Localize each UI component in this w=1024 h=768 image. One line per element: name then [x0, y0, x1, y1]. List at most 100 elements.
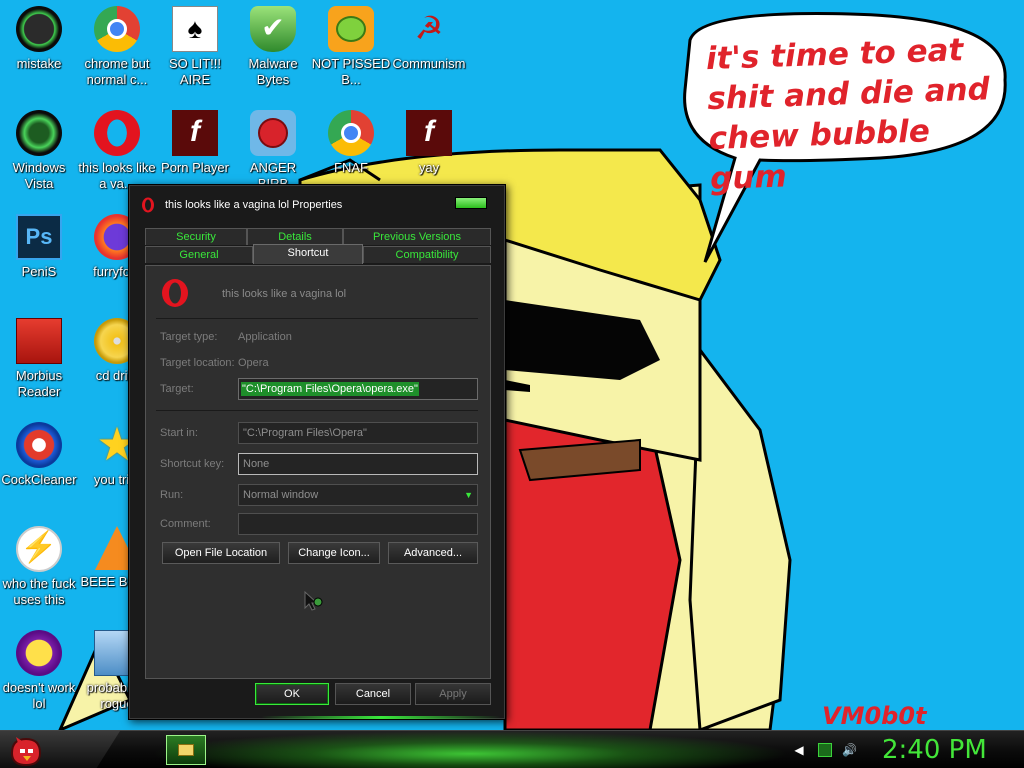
desktop-icon-yay[interactable]: f yay — [389, 104, 469, 176]
start-in-label: Start in: — [160, 427, 198, 439]
recycle-bin-icon — [16, 110, 62, 156]
properties-dialog: this looks like a vagina lol Properties … — [128, 184, 506, 720]
comment-input[interactable] — [238, 513, 478, 535]
opera-icon — [162, 279, 188, 307]
desktop-icon-cockcleaner[interactable]: CockCleaner — [0, 416, 79, 488]
desktop-icon-malware-bytes[interactable]: ✔ Malware Bytes — [233, 0, 313, 88]
razer-icon — [16, 6, 62, 52]
taskbar: ◀ 🔊 2:40 PM — [0, 730, 1024, 768]
close-button[interactable] — [455, 197, 487, 209]
desktop-icon-anger-birb[interactable]: ANGER BIRB — [233, 104, 313, 192]
folder-icon — [178, 744, 194, 756]
opera-icon — [94, 110, 140, 156]
adobe-reader-icon — [16, 318, 62, 364]
target-label: Target: — [160, 383, 194, 395]
tab-previous-versions[interactable]: Previous Versions — [343, 228, 491, 245]
desktop-icon-label: Malware Bytes — [248, 56, 298, 87]
flash-icon: f — [406, 110, 452, 156]
desktop-icon-morbius-reader[interactable]: Morbius Reader — [0, 312, 79, 400]
chevron-down-icon: ▼ — [464, 490, 473, 500]
desktop-icon-label: doesn't work lol — [2, 680, 76, 711]
cancel-button[interactable]: Cancel — [335, 683, 411, 705]
change-icon-button[interactable]: Change Icon... — [288, 542, 380, 564]
shortcut-name: this looks like a vagina lol — [222, 288, 347, 300]
divider — [156, 318, 478, 319]
tray-arrow-icon[interactable]: ◀ — [792, 743, 806, 757]
tab-general[interactable]: General — [145, 246, 253, 263]
desktop-icon-label: SO LIT!!! AIRE — [168, 56, 221, 87]
dialog-title: this looks like a vagina lol Properties — [165, 199, 343, 211]
ok-button[interactable]: OK — [255, 683, 329, 705]
advanced-button[interactable]: Advanced... — [388, 542, 478, 564]
open-file-location-button[interactable]: Open File Location — [162, 542, 280, 564]
shortcut-key-label: Shortcut key: — [160, 458, 225, 470]
shortcut-key-input[interactable]: None — [238, 453, 478, 475]
speech-bubble-text: it's time to eat shit and die and chew b… — [705, 32, 991, 198]
desktop-icon-fnaf[interactable]: FNAF — [311, 104, 391, 176]
mouse-cursor-icon — [304, 590, 323, 611]
desktop-icon-chrome-but-normal[interactable]: chrome but normal c... — [77, 0, 157, 88]
target-type-label: Target type: — [160, 331, 218, 343]
network-icon[interactable] — [818, 743, 832, 757]
ccleaner-icon — [16, 422, 62, 468]
apply-button[interactable]: Apply — [415, 683, 491, 705]
target-type-value: Application — [238, 331, 292, 343]
shortcut-panel: this looks like a vagina lol Target type… — [145, 265, 491, 679]
artist-signature: VM0b0t — [822, 702, 927, 730]
desktop-icon-this-looks-like[interactable]: this looks like a va... — [77, 104, 157, 192]
desktop-icon-mistake[interactable]: mistake — [0, 0, 79, 72]
communism-icon: ☭ — [414, 10, 444, 46]
tab-details[interactable]: Details — [247, 228, 343, 245]
desktop-icon-label: NOT PISSED B... — [311, 56, 391, 87]
taskbar-glow — [150, 731, 790, 768]
desktop-icon-doesnt-work-lol[interactable]: doesn't work lol — [0, 624, 79, 712]
tab-compatibility[interactable]: Compatibility — [363, 246, 491, 263]
desktop-icon-porn-player[interactable]: f Porn Player — [155, 104, 235, 176]
run-select-value: Normal window — [243, 489, 319, 501]
target-input[interactable]: "C:\Program Files\Opera\opera.exe" — [238, 378, 478, 400]
lightning-icon: ⚡ — [16, 526, 62, 572]
target-input-selection: "C:\Program Files\Opera\opera.exe" — [241, 382, 419, 396]
desktop-icon-windows-vista[interactable]: Windows Vista — [0, 104, 79, 192]
comment-label: Comment: — [160, 518, 211, 530]
run-label: Run: — [160, 489, 184, 501]
desktop-icon-label: PeniS — [21, 264, 57, 279]
flash-icon: f — [172, 110, 218, 156]
desktop-icon-label: FNAF — [334, 160, 368, 175]
volume-icon[interactable]: 🔊 — [842, 743, 857, 757]
yahoo-messenger-icon — [16, 630, 62, 676]
desktop-icon-so-lit-aire[interactable]: ♠ SO LIT!!! AIRE — [155, 0, 235, 88]
shield-icon: ✔ — [250, 6, 296, 52]
desktop-icon-label: Porn Player — [161, 160, 229, 175]
desktop-icon-penis[interactable]: Ps PeniS — [0, 208, 79, 280]
target-location-label: Target location: — [160, 357, 235, 369]
chrome-icon — [94, 6, 140, 52]
dialog-titlebar[interactable]: this looks like a vagina lol Properties — [129, 185, 505, 221]
desktop-icon-label: Morbius Reader — [15, 368, 63, 399]
tab-shortcut[interactable]: Shortcut — [253, 244, 363, 264]
start-button[interactable] — [6, 733, 46, 767]
desktop-icon-label: mistake — [16, 56, 62, 71]
opera-icon — [142, 197, 154, 213]
taskbar-explorer-button[interactable] — [166, 735, 206, 765]
taskbar-clock[interactable]: 2:40 PM — [882, 735, 987, 765]
desktop-icon-label: yay — [418, 160, 440, 175]
solitaire-icon: ♠ — [172, 6, 218, 52]
dialog-glow — [261, 716, 501, 719]
angry-birds-icon — [250, 110, 296, 156]
chrome-icon — [328, 110, 374, 156]
desktop-icon-who-the-fuck-uses-this[interactable]: ⚡ who the fuck uses this — [0, 520, 79, 608]
divider — [156, 410, 478, 411]
desktop-icon-label: Communism — [392, 56, 466, 71]
start-in-input[interactable]: "C:\Program Files\Opera" — [238, 422, 478, 444]
target-location-value: Opera — [238, 357, 269, 369]
desktop-icon-label: chrome but normal c... — [84, 56, 150, 87]
tab-security[interactable]: Security — [145, 228, 247, 245]
desktop-icon-not-pissed-b[interactable]: NOT PISSED B... — [311, 0, 391, 88]
photoshop-icon: Ps — [16, 214, 62, 260]
desktop-icon-label: Windows Vista — [12, 160, 66, 191]
run-select[interactable]: Normal window ▼ — [238, 484, 478, 506]
desktop-icon-communism[interactable]: ☭ Communism — [389, 0, 469, 72]
desktop-icon-label: who the fuck uses this — [2, 576, 76, 607]
bad-piggies-icon — [328, 6, 374, 52]
